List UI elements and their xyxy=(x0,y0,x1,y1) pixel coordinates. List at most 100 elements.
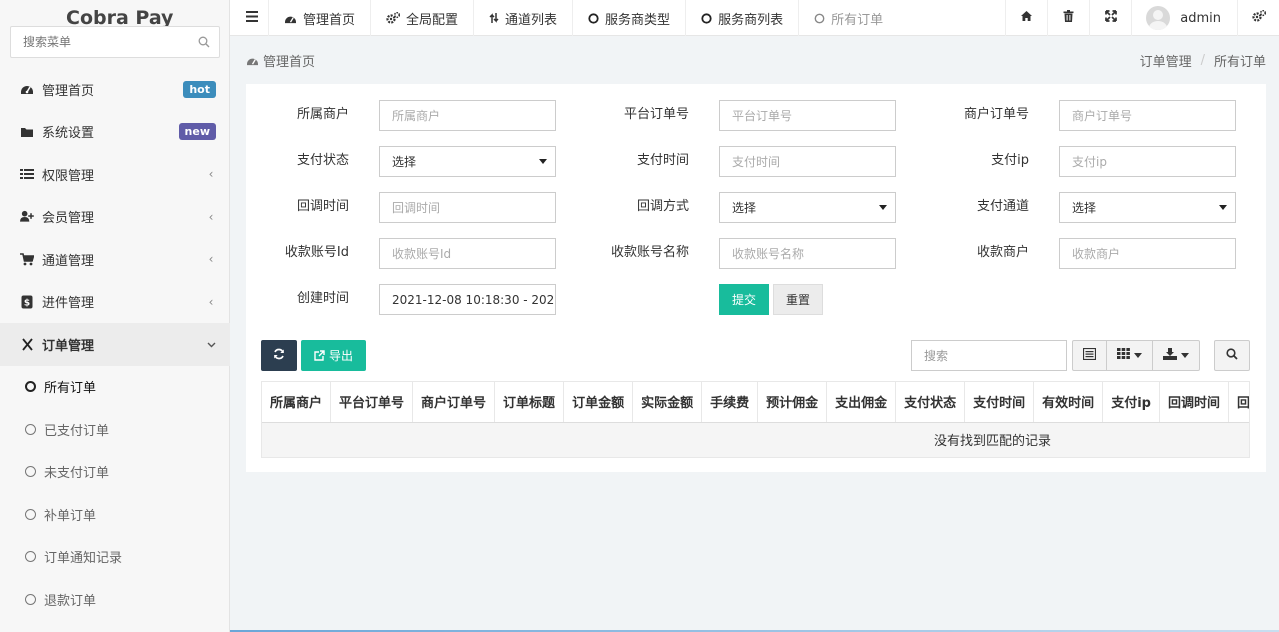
column-header[interactable]: 预计佣金 xyxy=(757,382,828,423)
column-header[interactable]: 手续费 xyxy=(701,382,759,423)
tab-label: 全局配置 xyxy=(406,12,459,28)
toggle-view-button[interactable] xyxy=(1073,341,1107,370)
column-header[interactable]: 支付状态 xyxy=(895,382,966,423)
tab-provider-types[interactable]: 服务商类型 xyxy=(573,0,687,36)
user-menu[interactable]: admin xyxy=(1131,0,1237,36)
content-panel: 所属商户 平台订单号 商户订单号 支付状态 选择 支付时间 支付ip 回调时间 … xyxy=(246,84,1266,472)
search-icon[interactable] xyxy=(189,36,219,48)
account-id-label: 收款账号Id xyxy=(284,245,349,260)
sidebar-menu: 管理首页 hot 系统设置 new 权限管理 ‹ 会员管理 ‹ 通道管理 ‹ $… xyxy=(0,68,230,621)
account-name-input[interactable] xyxy=(719,238,896,269)
top-nav: 管理首页 全局配置 通道列表 服务商类型 服务商列表 所有订单 admin xyxy=(230,0,1279,36)
column-header[interactable]: 支付ip xyxy=(1102,382,1160,423)
tab-provider-list[interactable]: 服务商列表 xyxy=(686,0,800,36)
sidebar-search-input[interactable] xyxy=(11,35,189,49)
sidebar-subitem-supplement-orders[interactable]: 补单订单 xyxy=(0,493,230,536)
circle-icon xyxy=(25,466,36,478)
column-header[interactable]: 实际金额 xyxy=(632,382,703,423)
sidebar-item-label: 系统设置 xyxy=(42,126,95,142)
fullscreen-button[interactable] xyxy=(1089,0,1131,36)
sidebar-subitem-paid-orders[interactable]: 已支付订单 xyxy=(0,408,230,451)
tab-global-config[interactable]: 全局配置 xyxy=(371,0,475,36)
tab-label: 服务商列表 xyxy=(718,12,784,28)
refresh-button[interactable] xyxy=(261,340,297,371)
tab-dashboard[interactable]: 管理首页 xyxy=(269,0,372,36)
column-header[interactable]: 订单标题 xyxy=(494,382,565,423)
pay-status-select[interactable]: 选择 xyxy=(379,146,556,177)
circle-icon xyxy=(25,551,36,563)
caret-down-icon xyxy=(879,205,887,210)
caret-down-icon xyxy=(1134,353,1142,358)
column-header[interactable]: 回调方式 xyxy=(1228,382,1249,423)
tab-channel-list[interactable]: 通道列表 xyxy=(474,0,574,36)
sidebar-item-members[interactable]: 会员管理 ‹ xyxy=(0,196,230,239)
orders-table: 所属商户 平台订单号 商户订单号 订单标题 订单金额 实际金额 手续费 预计佣金 支出佣金 支付状… xyxy=(261,381,1250,458)
table-empty-row: 没有找到匹配的记录 xyxy=(262,422,1249,457)
tab-label: 通道列表 xyxy=(505,12,558,28)
settings-button[interactable] xyxy=(1237,0,1279,36)
collect-merchant-input[interactable] xyxy=(1059,238,1236,269)
columns-button[interactable] xyxy=(1107,341,1153,370)
pay-ip-input[interactable] xyxy=(1059,146,1236,177)
callback-method-select[interactable]: 选择 xyxy=(719,192,896,223)
avatar xyxy=(1146,6,1171,30)
account-name-label: 收款账号名称 xyxy=(610,245,689,260)
breadcrumb-item[interactable]: 订单管理 xyxy=(1140,51,1192,70)
column-header[interactable]: 支付时间 xyxy=(964,382,1035,423)
table-search-button[interactable] xyxy=(1214,340,1250,371)
menu-toggle-button[interactable] xyxy=(230,0,269,36)
collect-merchant-label: 收款商户 xyxy=(976,245,1029,260)
sidebar-item-label: 通道管理 xyxy=(42,253,95,269)
create-time-input[interactable] xyxy=(379,284,556,315)
sidebar-subitem-all-orders[interactable]: 所有订单 xyxy=(0,366,230,409)
sidebar-item-onboarding[interactable]: $ 进件管理 ‹ xyxy=(0,281,230,324)
column-header[interactable]: 所属商户 xyxy=(262,382,332,423)
sidebar-item-label: 订单管理 xyxy=(42,338,95,354)
external-link-icon xyxy=(314,350,325,361)
pay-ip-label: 支付ip xyxy=(991,153,1029,168)
sidebar-subitem-notify-records[interactable]: 订单通知记录 xyxy=(0,536,230,579)
sidebar-item-dashboard[interactable]: 管理首页 hot xyxy=(0,68,230,111)
tab-label: 管理首页 xyxy=(303,12,356,28)
table-search-input[interactable] xyxy=(911,340,1067,371)
sidebar-subitem-label: 已支付订单 xyxy=(44,423,110,439)
column-header[interactable]: 平台订单号 xyxy=(330,382,414,423)
sidebar-subitem-refund-orders[interactable]: 退款订单 xyxy=(0,578,230,621)
column-header[interactable]: 有效时间 xyxy=(1033,382,1104,423)
account-id-input[interactable] xyxy=(379,238,556,269)
chevron-left-icon: ‹ xyxy=(208,252,214,267)
platform-order-input[interactable] xyxy=(719,100,896,131)
select-value: 选择 xyxy=(732,201,757,215)
reset-button[interactable]: 重置 xyxy=(773,284,823,315)
column-header[interactable]: 支出佣金 xyxy=(826,382,897,423)
empty-message: 没有找到匹配的记录 xyxy=(262,422,1249,457)
column-header[interactable]: 订单金额 xyxy=(563,382,634,423)
callback-time-input[interactable] xyxy=(379,192,556,223)
table-header-row: 所属商户 平台订单号 商户订单号 订单标题 订单金额 实际金额 手续费 预计佣金 支出佣金 支付状… xyxy=(262,382,1249,423)
export-data-button[interactable] xyxy=(1153,341,1199,370)
sidebar-item-permissions[interactable]: 权限管理 ‹ xyxy=(0,153,230,196)
merchant-input[interactable] xyxy=(379,100,556,131)
clear-cache-button[interactable] xyxy=(1047,0,1089,36)
column-header[interactable]: 商户订单号 xyxy=(412,382,496,423)
column-header[interactable]: 回调时间 xyxy=(1159,382,1229,423)
home-button[interactable] xyxy=(1005,0,1047,36)
tab-all-orders[interactable]: 所有订单 xyxy=(799,0,898,36)
pay-time-input[interactable] xyxy=(719,146,896,177)
sidebar-subitem-unpaid-orders[interactable]: 未支付订单 xyxy=(0,451,230,494)
export-button[interactable]: 导出 xyxy=(301,340,366,371)
sidebar-subitem-label: 退款订单 xyxy=(44,593,97,609)
sidebar-item-channels[interactable]: 通道管理 ‹ xyxy=(0,238,230,281)
submit-button[interactable]: 提交 xyxy=(719,284,769,315)
sidebar-item-orders[interactable]: 订单管理 xyxy=(0,323,230,366)
sidebar-item-label: 进件管理 xyxy=(42,296,95,312)
pay-channel-select[interactable]: 选择 xyxy=(1059,192,1236,223)
user-add-icon xyxy=(20,210,34,224)
merchant-order-input[interactable] xyxy=(1059,100,1236,131)
chevron-left-icon: ‹ xyxy=(208,294,214,309)
page-title: 管理首页 xyxy=(246,50,315,70)
hamburger-icon xyxy=(246,10,258,26)
circle-icon xyxy=(588,12,599,24)
sidebar-item-system-settings[interactable]: 系统设置 new xyxy=(0,111,230,154)
circle-icon xyxy=(701,12,712,24)
